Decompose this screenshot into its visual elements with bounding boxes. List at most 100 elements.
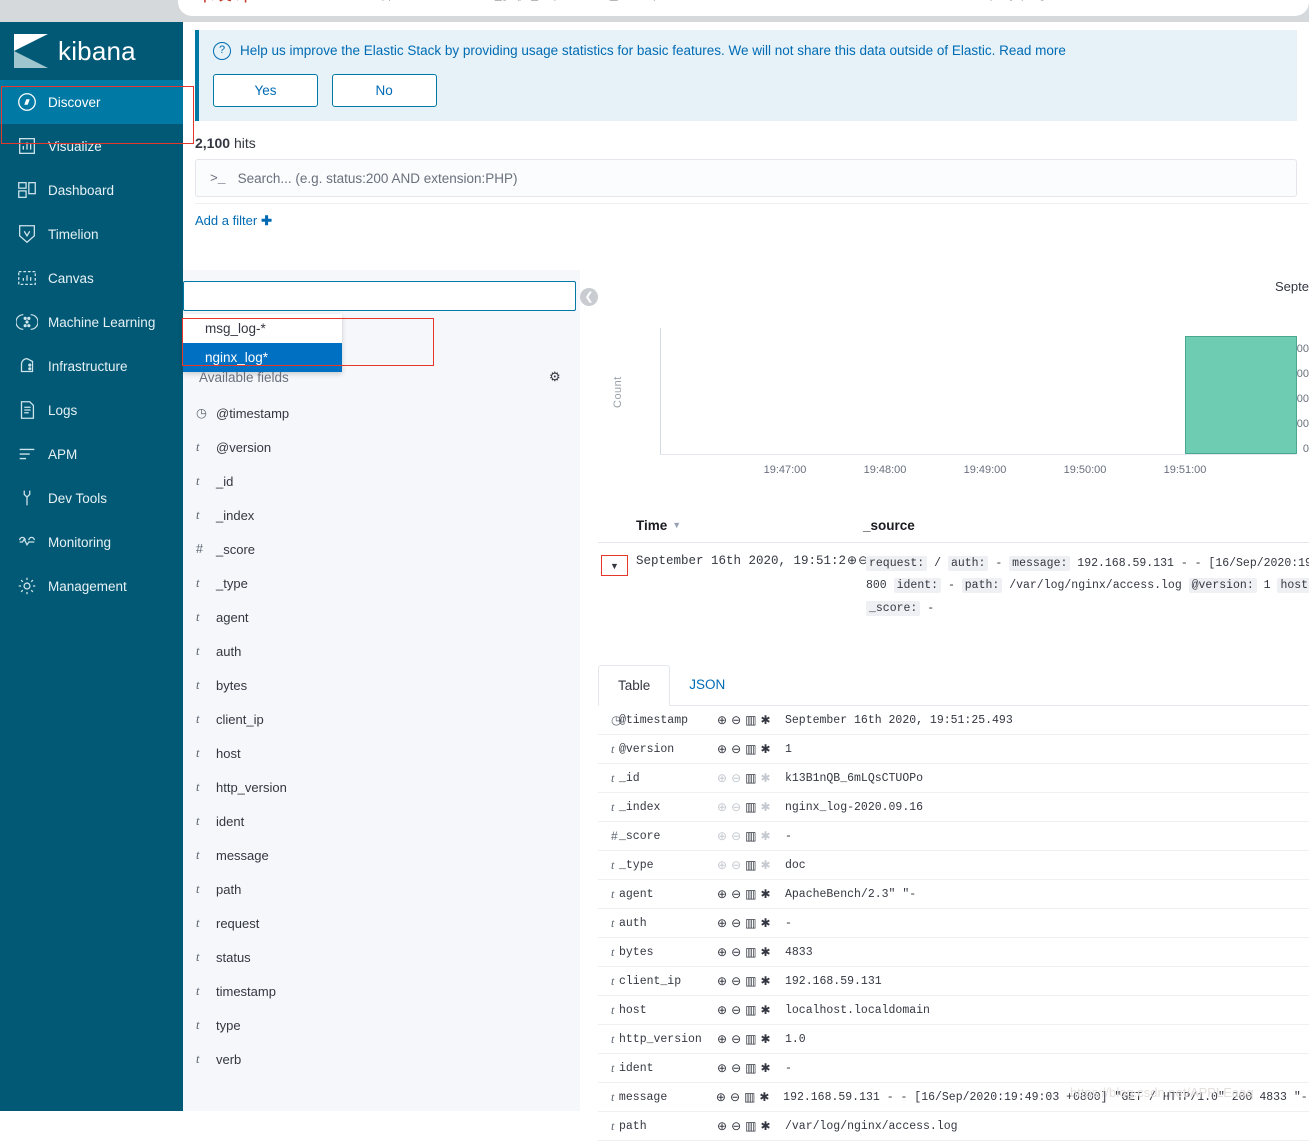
toggle-column-icon[interactable]: ▥ — [745, 771, 756, 785]
toggle-column-icon[interactable]: ▥ — [745, 1003, 756, 1017]
address-bar[interactable] — [178, 0, 1309, 16]
filter-for-field-present-icon[interactable]: ✱ — [760, 1032, 770, 1046]
field-item-bytes[interactable]: t bytes — [183, 668, 580, 702]
filter-for-field-present-icon[interactable]: ✱ — [760, 887, 770, 901]
toggle-column-icon[interactable]: ▥ — [745, 858, 756, 872]
filter-for-field-present-icon[interactable]: ✱ — [759, 1090, 769, 1104]
filter-out-value-icon[interactable]: ⊖ — [731, 829, 741, 843]
banner-yes-button[interactable]: Yes — [213, 74, 318, 107]
field-item-agent[interactable]: t agent — [183, 600, 580, 634]
toggle-column-icon[interactable]: ▥ — [745, 1119, 756, 1133]
sidebar-item-timelion[interactable]: Timelion — [0, 212, 183, 256]
filter-out-value-icon[interactable]: ⊖ — [731, 858, 741, 872]
collapse-left-icon[interactable]: ❮ — [580, 288, 598, 306]
toggle-column-icon[interactable]: ▥ — [745, 887, 756, 901]
filter-out-value-icon[interactable]: ⊖ — [731, 974, 741, 988]
toggle-column-icon[interactable]: ▥ — [745, 945, 756, 959]
field-item-host[interactable]: t host — [183, 736, 580, 770]
index-pattern-dropdown[interactable]: msg_log-* nginx_log* — [183, 314, 342, 372]
column-header-time[interactable]: Time ▼ — [598, 518, 863, 533]
toggle-column-icon[interactable]: ▥ — [744, 1090, 755, 1104]
toggle-column-icon[interactable]: ▥ — [745, 916, 756, 930]
index-pattern-input[interactable] — [183, 281, 576, 311]
sidebar-item-discover[interactable]: Discover — [0, 80, 183, 124]
field-item-ident[interactable]: t ident — [183, 804, 580, 838]
reload-icon[interactable]: ⟳ — [118, 0, 131, 2]
field-item-client-ip[interactable]: t client_ip — [183, 702, 580, 736]
toggle-column-icon[interactable]: ▥ — [745, 713, 756, 727]
filter-for-field-present-icon[interactable]: ✱ — [760, 916, 770, 930]
filter-for-field-present-icon[interactable]: ✱ — [760, 858, 770, 872]
field-item-type-raw[interactable]: t type — [183, 1008, 580, 1042]
field-item-request[interactable]: t request — [183, 906, 580, 940]
search-input-placeholder[interactable]: Search... (e.g. status:200 AND extension… — [238, 171, 518, 186]
field-item-index[interactable]: t _index — [183, 498, 580, 532]
filter-for-value-icon[interactable]: ⊕ — [717, 858, 727, 872]
toggle-column-icon[interactable]: ▥ — [745, 974, 756, 988]
filter-for-field-present-icon[interactable]: ✱ — [760, 713, 770, 727]
extension-icons[interactable]: ▲ | ↑ 文 ↓ | — [188, 0, 247, 4]
field-item-message[interactable]: t message — [183, 838, 580, 872]
search-bar[interactable]: >_ Search... (e.g. status:200 AND extens… — [195, 159, 1297, 197]
field-item-path[interactable]: t path — [183, 872, 580, 906]
field-item-type[interactable]: t _type — [183, 566, 580, 600]
filter-for-field-present-icon[interactable]: ✱ — [760, 1061, 770, 1075]
sidebar-item-canvas[interactable]: Canvas — [0, 256, 183, 300]
sidebar-item-dashboard[interactable]: Dashboard — [0, 168, 183, 212]
filter-for-field-present-icon[interactable]: ✱ — [760, 800, 770, 814]
filter-out-value-icon[interactable]: ⊖ — [731, 713, 741, 727]
filter-for-value-icon[interactable]: ⊕ — [717, 1119, 727, 1133]
sidebar-item-dev-tools[interactable]: Dev Tools — [0, 476, 183, 520]
sidebar-item-apm[interactable]: APM — [0, 432, 183, 476]
sidebar-item-visualize[interactable]: Visualize — [0, 124, 183, 168]
sidebar-item-monitoring[interactable]: Monitoring — [0, 520, 183, 564]
add-filter-button[interactable]: Add a filter ✚ — [195, 213, 272, 229]
filter-for-value-icon[interactable]: ⊕ — [717, 945, 727, 959]
filter-out-value-icon[interactable]: ⊖ — [731, 1003, 741, 1017]
filter-out-value-icon[interactable]: ⊖ — [731, 945, 741, 959]
field-item-version[interactable]: t @version — [183, 430, 580, 464]
tab-json[interactable]: JSON — [670, 665, 744, 705]
filter-out-value-icon[interactable]: ⊖ — [731, 742, 741, 756]
index-pattern-option-nginx-log[interactable]: nginx_log* — [183, 343, 342, 372]
filter-out-value-icon[interactable]: ⊖ — [730, 1090, 740, 1104]
field-item-timestamp-raw[interactable]: t timestamp — [183, 974, 580, 1008]
field-item-timestamp[interactable]: ◷ @timestamp — [183, 396, 580, 430]
field-item-verb[interactable]: t verb — [183, 1042, 580, 1076]
forward-arrow-icon[interactable]: › — [88, 0, 93, 1]
toggle-column-icon[interactable]: ▥ — [745, 829, 756, 843]
filter-for-value-icon[interactable]: ⊕ — [717, 829, 727, 843]
filter-for-value-icon[interactable]: ⊕ — [717, 1003, 727, 1017]
table-row[interactable]: ▼ September 16th 2020, 19:51:2⊕⊖ request… — [598, 543, 1309, 620]
filter-for-value-icon[interactable]: ⊕ — [717, 1032, 727, 1046]
filter-for-field-present-icon[interactable]: ✱ — [760, 771, 770, 785]
filter-for-field-present-icon[interactable]: ✱ — [760, 1119, 770, 1133]
sidebar-item-infrastructure[interactable]: Infrastructure — [0, 344, 183, 388]
filter-for-field-present-icon[interactable]: ✱ — [760, 974, 770, 988]
histogram-plot-area[interactable]: 19:47:00 19:48:00 19:49:00 19:50:00 19:5… — [660, 328, 1297, 476]
filter-for-value-icon[interactable]: ⊕ — [717, 916, 727, 930]
filter-out-value-icon[interactable]: ⊖ — [731, 887, 741, 901]
filter-for-value-icon[interactable]: ⊕ — [717, 742, 727, 756]
filter-for-field-present-icon[interactable]: ✱ — [760, 1003, 770, 1017]
gear-icon[interactable]: ⚙ — [549, 369, 561, 385]
filter-for-value-icon[interactable]: ⊕ — [717, 771, 727, 785]
field-item-score[interactable]: # _score — [183, 532, 580, 566]
zoom-in-icon[interactable]: ⊕ — [847, 554, 857, 568]
filter-out-value-icon[interactable]: ⊖ — [731, 1119, 741, 1133]
filter-for-field-present-icon[interactable]: ✱ — [760, 742, 770, 756]
tab-table[interactable]: Table — [598, 665, 671, 706]
filter-for-field-present-icon[interactable]: ✱ — [760, 829, 770, 843]
field-item-status[interactable]: t status — [183, 940, 580, 974]
sort-descending-icon[interactable]: ▼ — [672, 520, 681, 530]
filter-out-value-icon[interactable]: ⊖ — [731, 771, 741, 785]
filter-for-value-icon[interactable]: ⊕ — [717, 713, 727, 727]
toggle-column-icon[interactable]: ▥ — [745, 1061, 756, 1075]
sidebar-item-logs[interactable]: Logs — [0, 388, 183, 432]
banner-no-button[interactable]: No — [331, 74, 437, 107]
filter-for-value-icon[interactable]: ⊕ — [717, 1061, 727, 1075]
index-pattern-option-msg-log[interactable]: msg_log-* — [183, 314, 342, 343]
sidebar-item-machine-learning[interactable]: Machine Learning — [0, 300, 183, 344]
histogram-bar[interactable] — [1185, 336, 1297, 454]
expand-row-icon[interactable]: ▼ — [601, 555, 628, 576]
